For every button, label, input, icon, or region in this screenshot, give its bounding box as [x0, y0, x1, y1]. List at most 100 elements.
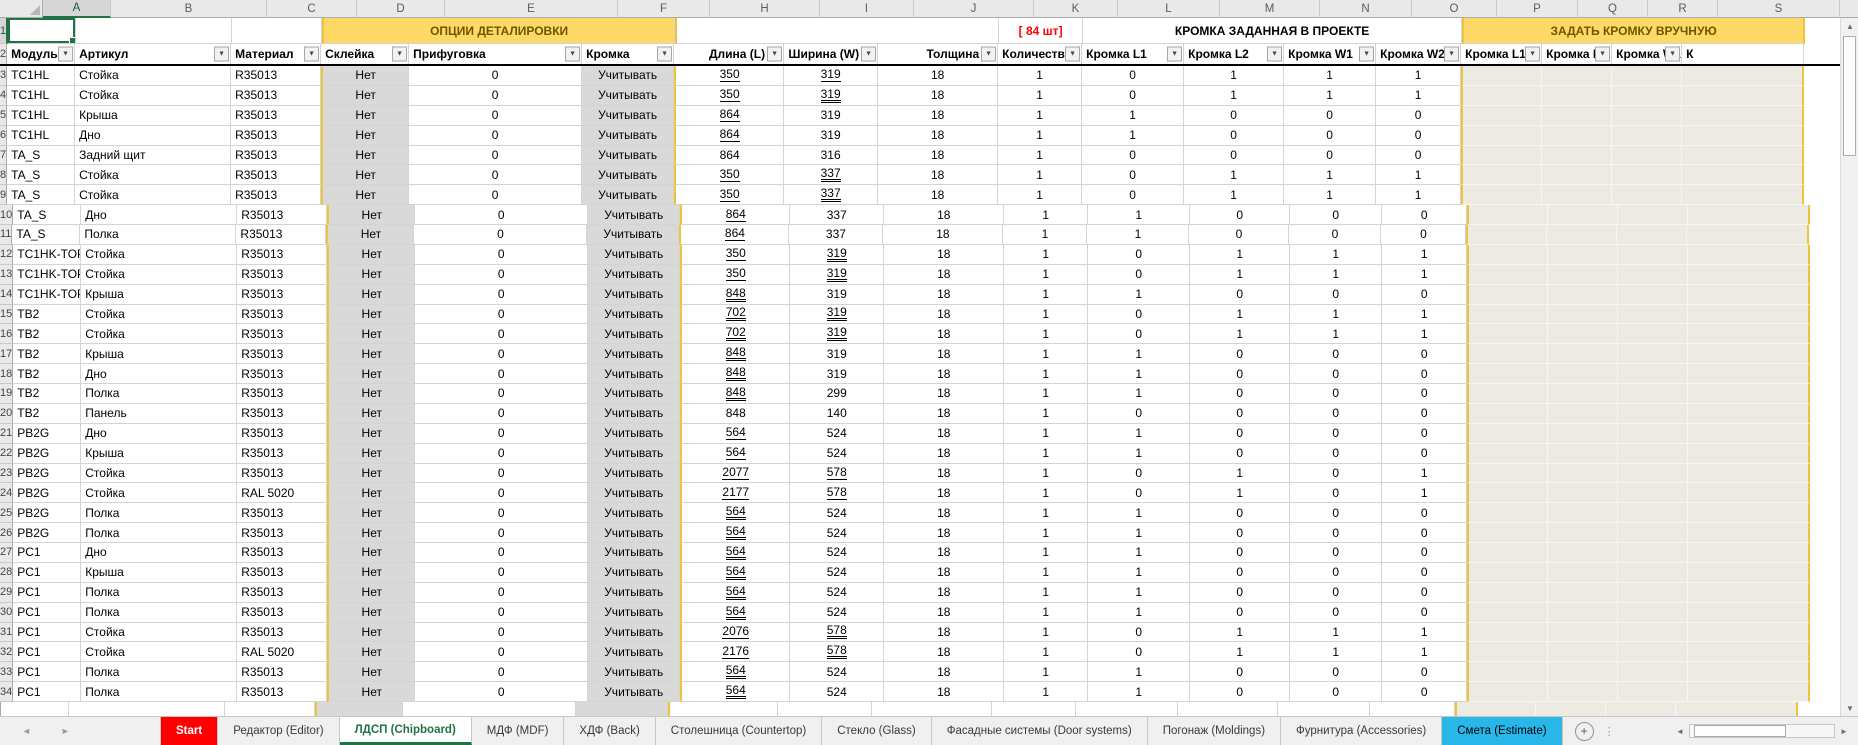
cell-F20[interactable]: Учитывать: [588, 404, 680, 424]
cell-O20[interactable]: 0: [1382, 404, 1467, 424]
cell-A19[interactable]: TB2: [13, 384, 81, 404]
cell-I25[interactable]: 524: [790, 503, 884, 523]
cell-D9[interactable]: Нет: [321, 185, 409, 205]
cell-Q15[interactable]: [1548, 305, 1618, 325]
cell-E4[interactable]: 0: [409, 86, 582, 106]
cell-E32[interactable]: 0: [415, 642, 588, 662]
cell-R31[interactable]: [1618, 623, 1688, 643]
sheet-tab-хдф-back[interactable]: ХДФ (Back): [564, 717, 655, 745]
cell-C31[interactable]: R35013: [237, 623, 327, 643]
cell-M23[interactable]: 1: [1190, 464, 1290, 484]
cell-J30[interactable]: 18: [884, 603, 1004, 623]
cell-J27[interactable]: 18: [884, 543, 1004, 563]
cell-M28[interactable]: 0: [1190, 563, 1290, 583]
row-number-10[interactable]: 10: [0, 205, 13, 225]
cell-C16[interactable]: R35013: [237, 324, 327, 344]
sheet-tab-лдсп-chipboard[interactable]: ЛДСП (Chipboard): [340, 717, 472, 745]
cell-C5[interactable]: R35013: [231, 106, 321, 126]
cell-C27[interactable]: R35013: [237, 543, 327, 563]
cell-S21[interactable]: [1688, 424, 1810, 444]
cell-L4[interactable]: 0: [1082, 86, 1184, 106]
filter-dropdown-icon[interactable]: ▼: [1595, 47, 1610, 62]
cell-N14[interactable]: 0: [1290, 285, 1382, 305]
cell-K4[interactable]: 1: [998, 86, 1082, 106]
cell-N11[interactable]: 0: [1289, 225, 1381, 245]
cell-M15[interactable]: 1: [1190, 305, 1290, 325]
cell-Q19[interactable]: [1548, 384, 1618, 404]
cell-R6[interactable]: [1612, 126, 1682, 146]
cell-E15[interactable]: 0: [415, 305, 588, 325]
cell-R5[interactable]: [1612, 106, 1682, 126]
cell-I28[interactable]: 524: [790, 563, 884, 583]
cell-B32[interactable]: Стойка: [81, 642, 237, 662]
cell-C15[interactable]: R35013: [237, 305, 327, 325]
cell-L13[interactable]: 0: [1088, 265, 1190, 285]
cell-A33[interactable]: PC1: [13, 662, 81, 682]
cell-J33[interactable]: 18: [884, 662, 1004, 682]
row-number-33[interactable]: 33: [0, 662, 13, 682]
cell-K26[interactable]: 1: [1004, 523, 1088, 543]
cell-D21[interactable]: Нет: [327, 424, 415, 444]
cell-A23[interactable]: PB2G: [13, 464, 81, 484]
cell-E9[interactable]: 0: [409, 185, 582, 205]
cell-I9[interactable]: 337: [784, 185, 878, 205]
cell-F16[interactable]: Учитывать: [588, 324, 680, 344]
cell-J7[interactable]: 18: [878, 146, 998, 166]
cell-M30[interactable]: 0: [1190, 603, 1290, 623]
cell-O5[interactable]: 0: [1376, 106, 1461, 126]
cell-L23[interactable]: 0: [1088, 464, 1190, 484]
filter-dropdown-icon[interactable]: ▼: [1525, 47, 1540, 62]
cell-R9[interactable]: [1612, 185, 1682, 205]
cell-I29[interactable]: 524: [790, 583, 884, 603]
cell-C13[interactable]: R35013: [237, 265, 327, 285]
column-letter-I[interactable]: I: [820, 0, 914, 18]
cell-M16[interactable]: 1: [1190, 324, 1290, 344]
cell-J28[interactable]: 18: [884, 563, 1004, 583]
cell-J24[interactable]: 18: [884, 483, 1004, 503]
cell-S10[interactable]: [1688, 205, 1810, 225]
column-letter-F[interactable]: F: [618, 0, 710, 18]
filter-dropdown-icon[interactable]: ▼: [1444, 47, 1459, 62]
cell-B24[interactable]: Стойка: [81, 483, 237, 503]
cell-C7[interactable]: R35013: [231, 146, 321, 166]
cell-O13[interactable]: 1: [1382, 265, 1467, 285]
cell-A21[interactable]: PB2G: [13, 424, 81, 444]
sheet-tab-фасадные-системы-door-systems[interactable]: Фасадные системы (Door systems): [932, 717, 1148, 745]
cell-K25[interactable]: 1: [1004, 503, 1088, 523]
cell-I20[interactable]: 140: [790, 404, 884, 424]
cell-C33[interactable]: R35013: [237, 662, 327, 682]
cell-O26[interactable]: 0: [1382, 523, 1467, 543]
row-number-26[interactable]: 26: [0, 523, 13, 543]
cell-E25[interactable]: 0: [415, 503, 588, 523]
row-number-29[interactable]: 29: [0, 583, 13, 603]
cell-H25[interactable]: 564: [680, 503, 790, 523]
cell-E34[interactable]: 0: [415, 682, 588, 702]
column-letter-H[interactable]: H: [710, 0, 820, 18]
cell-D20[interactable]: Нет: [327, 404, 415, 424]
cell-Q8[interactable]: [1542, 165, 1612, 185]
cell-N31[interactable]: 1: [1290, 623, 1382, 643]
cell-S22[interactable]: [1688, 444, 1810, 464]
cell-I17[interactable]: 319: [790, 344, 884, 364]
filter-dropdown-icon[interactable]: ▼: [657, 47, 672, 62]
cell-E30[interactable]: 0: [415, 603, 588, 623]
cell-R19[interactable]: [1618, 384, 1688, 404]
cell-A6[interactable]: TC1HL: [7, 126, 75, 146]
cell-R34[interactable]: [1618, 682, 1688, 702]
cell-H31[interactable]: 2076: [680, 623, 790, 643]
cell-B15[interactable]: Стойка: [81, 305, 237, 325]
cell-K22[interactable]: 1: [1004, 444, 1088, 464]
cell-S16[interactable]: [1688, 324, 1810, 344]
row-number-16[interactable]: 16: [0, 324, 13, 344]
cell-I8[interactable]: 337: [784, 165, 878, 185]
cell-Q16[interactable]: [1548, 324, 1618, 344]
cell-J20[interactable]: 18: [884, 404, 1004, 424]
column-header-D[interactable]: Склейка▼: [321, 44, 409, 64]
cell-A7[interactable]: TA_S: [7, 146, 75, 166]
cell-B18[interactable]: Дно: [81, 364, 237, 384]
cell-I16[interactable]: 319: [790, 324, 884, 344]
cell-S29[interactable]: [1688, 583, 1810, 603]
cell-D17[interactable]: Нет: [327, 344, 415, 364]
cell-A17[interactable]: TB2: [13, 344, 81, 364]
scroll-down-icon[interactable]: ▼: [1841, 700, 1858, 716]
